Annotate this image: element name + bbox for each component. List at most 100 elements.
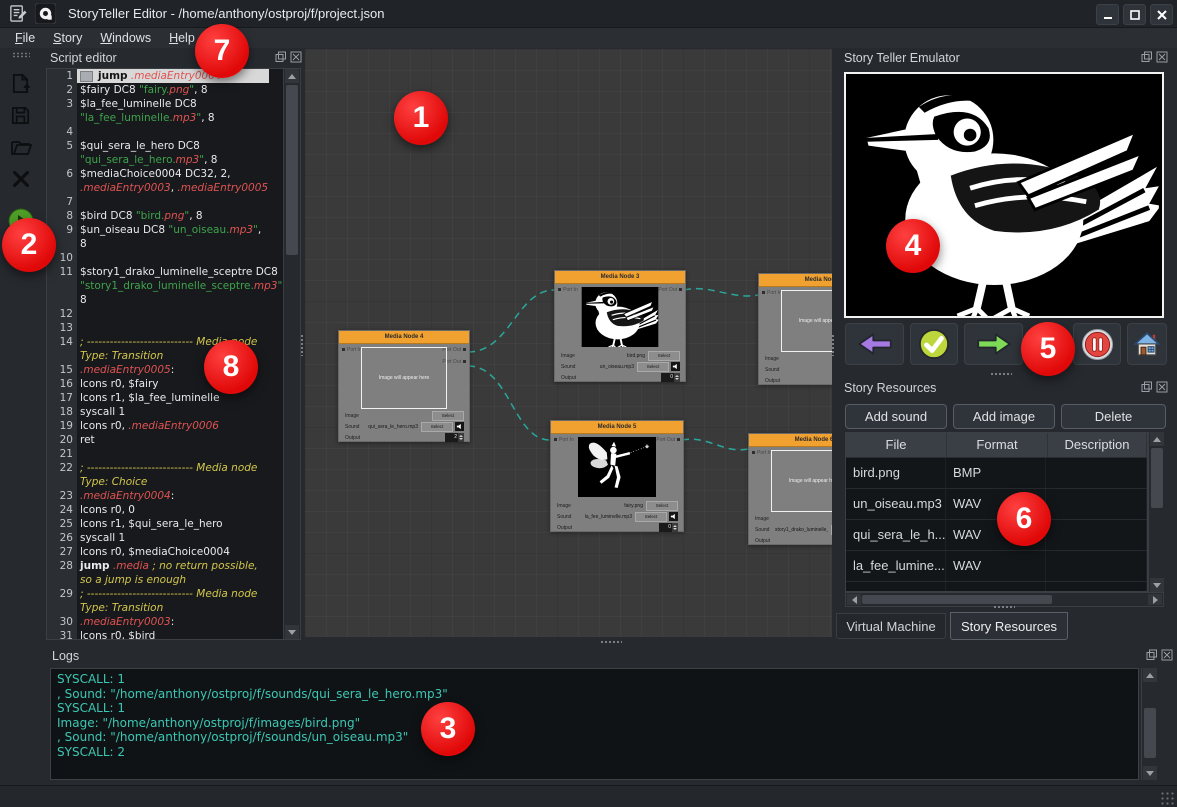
node-sound-select-button[interactable]: Select (421, 422, 453, 432)
editor-scrollbar[interactable] (283, 69, 300, 639)
code-line[interactable]: 12 (47, 307, 269, 321)
node-image-select-button[interactable]: Select (648, 351, 680, 361)
code-line[interactable]: 20ret (47, 433, 269, 447)
speaker-icon[interactable] (671, 362, 680, 371)
menu-windows[interactable]: Windows (91, 29, 160, 47)
node-output-spinner[interactable]: 2 (445, 433, 464, 442)
node-title[interactable]: Media Node 5 (551, 421, 683, 434)
splitter-canvas-right[interactable] (831, 334, 835, 356)
code-line[interactable]: 19lcons r0, .mediaEntry0006 (47, 419, 269, 433)
code-line[interactable]: 22; ---------------------------- Media n… (47, 461, 269, 489)
code-line[interactable]: 24lcons r0, 0 (47, 503, 269, 517)
media-node[interactable]: Media Node 6Port InPort OutImage will ap… (748, 433, 832, 545)
code-line[interactable]: 3$la_fee_luminelle DC8 "la_fee_luminelle… (47, 97, 269, 125)
toolbar-drag-handle[interactable] (12, 52, 30, 58)
code-line[interactable]: 7 (47, 195, 269, 209)
float-panel-icon[interactable] (1141, 381, 1153, 393)
close-panel-icon[interactable] (1156, 51, 1168, 63)
code-line[interactable]: 4 (47, 125, 269, 139)
tab-story-resources[interactable]: Story Resources (950, 612, 1068, 640)
code-line[interactable]: 30.mediaEntry0003: (47, 615, 269, 629)
node-title[interactable]: Media Node 6 (749, 434, 832, 447)
splitter-editor-canvas[interactable] (300, 334, 304, 356)
code-line[interactable]: 25lcons r1, $qui_sera_le_hero (47, 517, 269, 531)
node-output-spinner[interactable]: 0 (661, 373, 680, 382)
add-sound-button[interactable]: Add sound (845, 404, 947, 429)
save-button[interactable] (5, 100, 37, 130)
code-line[interactable]: 31lcons r0, $bird (47, 629, 269, 640)
logs-output[interactable]: SYSCALL: 1, Sound: "/home/anthony/ostpro… (50, 668, 1139, 780)
code-line[interactable]: 18syscall 1 (47, 405, 269, 419)
media-node[interactable]: Media Node 5Port InPort OutImagefairy.pn… (550, 420, 684, 532)
maximize-button[interactable] (1123, 4, 1146, 25)
port-in[interactable]: Port In (554, 437, 574, 443)
port-in[interactable]: Port In (558, 287, 578, 293)
menu-story[interactable]: Story (44, 29, 91, 47)
node-image-select-button[interactable]: Select (646, 501, 678, 511)
media-node[interactable]: Media Node 3Port InPort OutImagebird.png… (554, 270, 686, 382)
scroll-up-icon[interactable] (285, 69, 299, 83)
code-line[interactable]: 26syscall 1 (47, 531, 269, 545)
code-line[interactable]: 8$bird DC8 "bird.png", 8 (47, 209, 269, 223)
close-panel-icon[interactable] (1161, 649, 1173, 661)
float-panel-icon[interactable] (1141, 51, 1153, 63)
code-line[interactable]: 29; ---------------------------- Media n… (47, 587, 269, 615)
nav-forward-button[interactable] (964, 323, 1023, 365)
code-line[interactable]: 11$story1_drako_luminelle_sceptre DC8 "s… (47, 265, 269, 307)
float-panel-icon[interactable] (275, 51, 287, 63)
table-row[interactable]: qui_sera_le_h...WAV (846, 520, 1147, 551)
column-file[interactable]: File (846, 433, 947, 457)
node-sound-select-button[interactable]: Select (831, 525, 832, 535)
column-description[interactable]: Description (1048, 433, 1147, 457)
logs-scrollbar[interactable] (1141, 668, 1158, 780)
code-line[interactable]: 23.mediaEntry0004: (47, 489, 269, 503)
table-row[interactable]: fairy.pngBMP (846, 582, 1147, 592)
column-format[interactable]: Format (947, 433, 1048, 457)
delete-resource-button[interactable]: Delete (1061, 404, 1166, 429)
node-sound-select-button[interactable]: Select (637, 362, 669, 372)
code-line[interactable]: 28jump .media ; no return possible, so a… (47, 559, 269, 587)
code-line[interactable]: 10 (47, 251, 269, 265)
new-file-button[interactable] (5, 68, 37, 98)
table-row[interactable]: la_fee_lumine...WAV (846, 551, 1147, 582)
splitter-canvas-logs[interactable] (600, 640, 622, 644)
add-image-button[interactable]: Add image (953, 404, 1055, 429)
node-output-spinner[interactable]: 0 (659, 523, 678, 532)
speaker-icon[interactable] (669, 512, 678, 521)
port-in[interactable]: Port In (762, 290, 782, 296)
code-line[interactable]: 13 (47, 321, 269, 335)
close-panel-icon[interactable] (290, 51, 302, 63)
close-button[interactable] (1150, 4, 1173, 25)
script-editor[interactable]: 1jump .mediaEntry00042$fairy DC8 "fairy.… (46, 68, 301, 640)
code-line[interactable]: 27lcons r0, $mediaChoice0004 (47, 545, 269, 559)
splitter-emulator-resources[interactable] (990, 372, 1012, 376)
menu-file[interactable]: File (6, 29, 44, 47)
splitter-resources-tabs[interactable] (993, 605, 1015, 609)
resources-table[interactable]: File Format Description bird.pngBMPun_oi… (845, 432, 1148, 592)
media-node[interactable]: Media Node 2Port InPort OutImage will ap… (758, 273, 832, 385)
code-line[interactable]: 9$un_oiseau DC8 "un_oiseau.mp3", 8 (47, 223, 269, 251)
story-graph-canvas[interactable]: Media Node 4Port InPort OutPort OutImage… (305, 49, 832, 637)
code-line[interactable]: 21 (47, 447, 269, 461)
code-line[interactable]: 6$mediaChoice0004 DC32, 2, .mediaEntry00… (47, 167, 269, 195)
code-line[interactable]: 5$qui_sera_le_hero DC8 "qui_sera_le_hero… (47, 139, 269, 167)
float-panel-icon[interactable] (1146, 649, 1158, 661)
speaker-icon[interactable] (455, 422, 464, 431)
scroll-down-icon[interactable] (285, 625, 299, 639)
port-in[interactable]: Port In (752, 450, 772, 456)
nav-back-button[interactable] (845, 323, 904, 365)
close-project-button[interactable] (5, 164, 37, 194)
node-title[interactable]: Media Node 4 (339, 331, 469, 344)
home-button[interactable] (1127, 323, 1167, 365)
node-title[interactable]: Media Node 3 (555, 271, 685, 284)
node-sound-select-button[interactable]: Select (635, 512, 667, 522)
resources-scrollbar[interactable] (1148, 432, 1165, 592)
pause-button[interactable] (1073, 323, 1121, 365)
resize-grip[interactable] (1160, 791, 1174, 805)
close-panel-icon[interactable] (1156, 381, 1168, 393)
tab-virtual-machine[interactable]: Virtual Machine (836, 613, 946, 639)
port-in[interactable]: Port In (342, 347, 362, 353)
media-node[interactable]: Media Node 4Port InPort OutPort OutImage… (338, 330, 470, 442)
node-image-select-button[interactable]: Select (432, 411, 464, 421)
confirm-button[interactable] (910, 323, 958, 365)
